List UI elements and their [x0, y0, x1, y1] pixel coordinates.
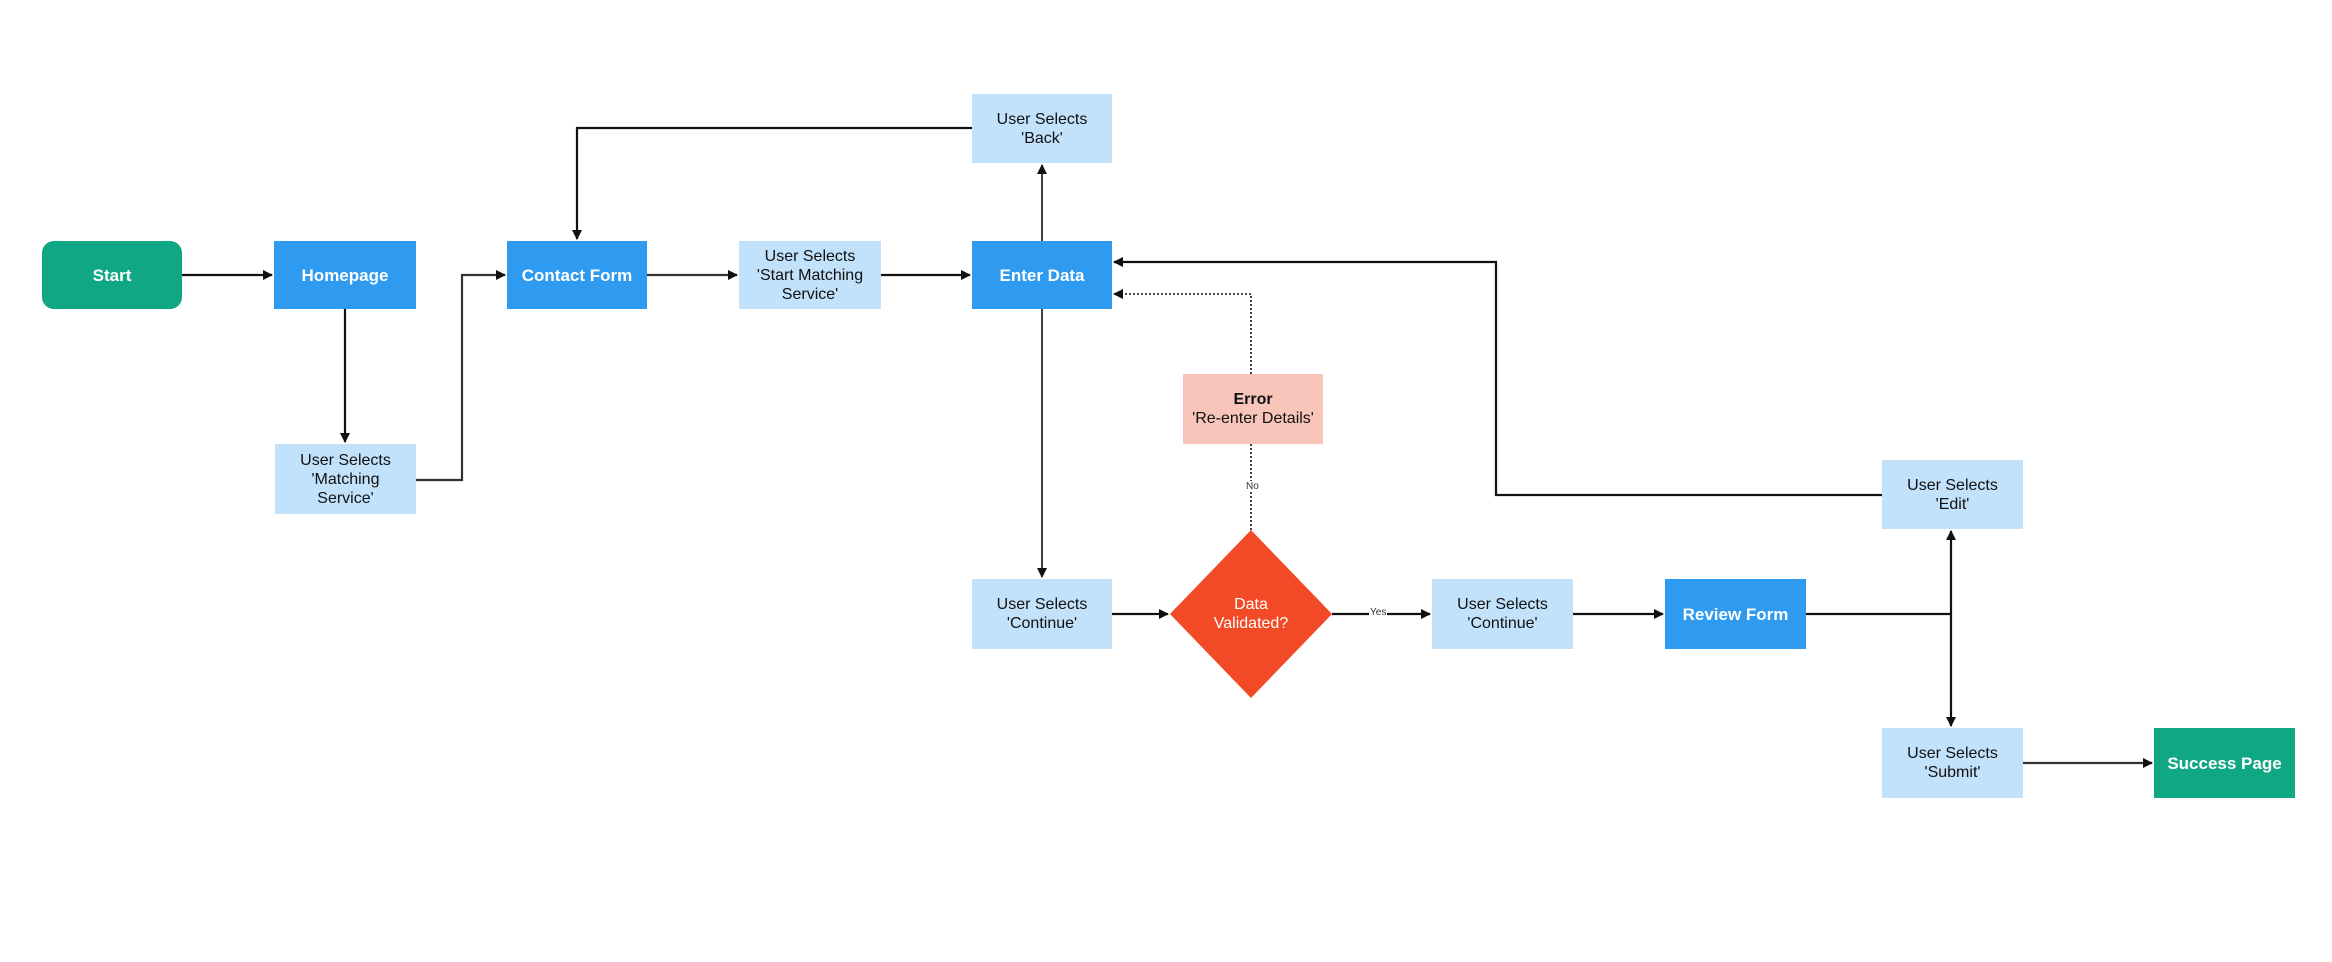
continue-node-1[interactable]: User Selects 'Continue' — [972, 579, 1112, 649]
decision-label: Data Validated? — [1213, 596, 1289, 632]
start-node[interactable]: Start — [42, 241, 182, 309]
homepage-node[interactable]: Homepage — [274, 241, 416, 309]
edge-error-enterdata — [1113, 289, 1252, 374]
matching-service-node[interactable]: User Selects 'Matching Service' — [275, 444, 416, 514]
back-node[interactable]: User Selects 'Back' — [972, 94, 1112, 163]
review-form-node[interactable]: Review Form — [1665, 579, 1806, 649]
continue-node-2[interactable]: User Selects 'Continue' — [1432, 579, 1573, 649]
edge-back-contact — [572, 126, 972, 240]
enter-data-node[interactable]: Enter Data — [972, 241, 1112, 309]
success-page-node[interactable]: Success Page — [2154, 728, 2295, 798]
start-matching-node[interactable]: User Selects 'Start Matching Service' — [739, 241, 881, 309]
error-node[interactable]: Error 'Re-enter Details' — [1183, 374, 1323, 444]
submit-node[interactable]: User Selects 'Submit' — [1882, 728, 2023, 798]
contact-form-node[interactable]: Contact Form — [507, 241, 647, 309]
error-title: Error — [1233, 391, 1273, 408]
error-text: 'Re-enter Details' — [1192, 410, 1314, 427]
edge-matching-contact — [416, 270, 506, 482]
edge-label-no: No — [1245, 481, 1260, 492]
edit-node[interactable]: User Selects 'Edit' — [1882, 460, 2023, 529]
edge-label-yes: Yes — [1369, 607, 1388, 618]
